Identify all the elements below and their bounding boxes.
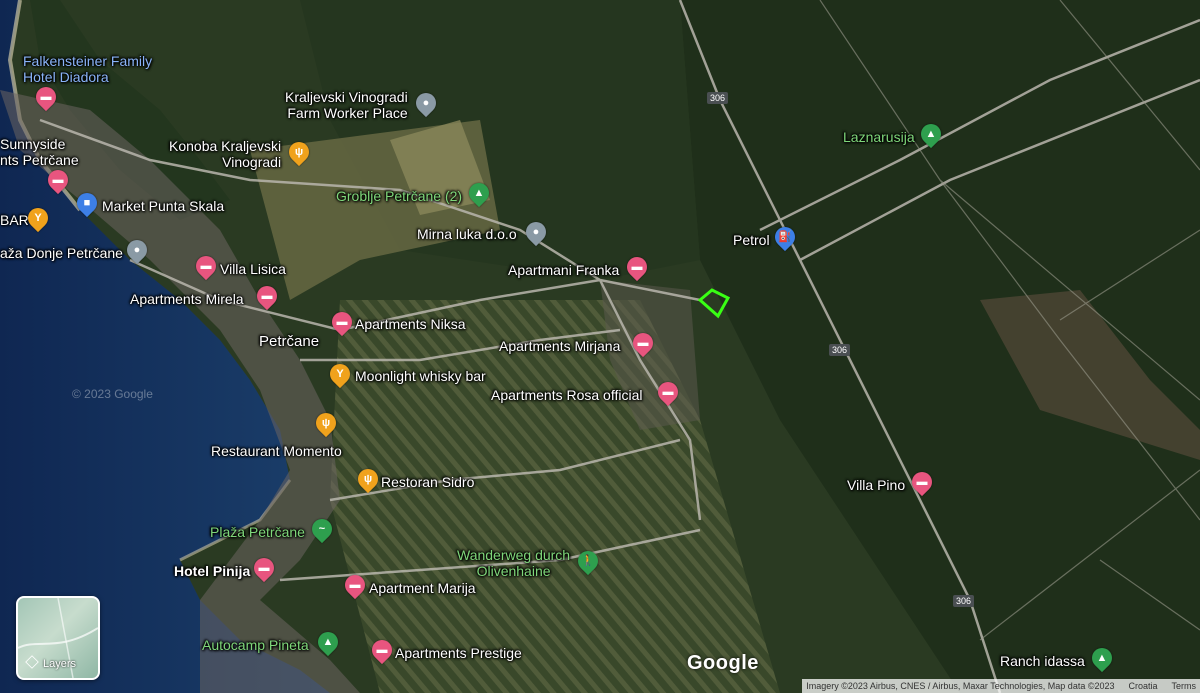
hotel-icon[interactable]: ▬ [249, 553, 279, 583]
hotel-icon[interactable]: ▬ [367, 635, 397, 665]
attribution-bar: Imagery ©2023 Airbus, CNES / Airbus, Max… [802, 679, 1200, 693]
route-badge-306: 306 [707, 92, 729, 104]
place-label[interactable]: aža Donje Petrčane [0, 245, 123, 261]
layers-label: Layers [43, 658, 77, 670]
place-label[interactable]: Restoran Sidro [381, 474, 474, 490]
google-logo: Google [687, 652, 759, 674]
place-label[interactable]: Petrol [733, 232, 770, 248]
hotel-icon[interactable]: ▬ [628, 328, 658, 358]
place-label[interactable]: Apartments Niksa [355, 316, 465, 332]
campground-icon[interactable]: ▲ [313, 627, 343, 657]
hotel-icon[interactable]: ▬ [622, 252, 652, 282]
park-icon[interactable]: ▲ [1087, 643, 1117, 673]
route-badge-306: 306 [953, 595, 975, 607]
imagery-attribution: Imagery ©2023 Airbus, CNES / Airbus, Max… [806, 681, 1115, 691]
bar-icon[interactable]: Y [325, 359, 355, 389]
place-icon[interactable]: ● [521, 217, 551, 247]
hiking-icon[interactable]: 🚶 [573, 546, 603, 576]
place-icon[interactable]: ● [122, 235, 152, 265]
hotel-icon[interactable]: ▬ [43, 165, 73, 195]
hotel-icon[interactable]: ▬ [340, 570, 370, 600]
hotel-icon[interactable]: ▬ [252, 281, 282, 311]
place-label[interactable]: Ranch idassa [1000, 653, 1085, 669]
place-label[interactable]: Mirna luka d.o.o [417, 226, 517, 242]
place-label[interactable]: BAR [0, 212, 29, 228]
layers-icon [25, 655, 39, 669]
shopping-icon[interactable]: ■ [72, 188, 102, 218]
hotel-icon[interactable]: ▬ [327, 307, 357, 337]
place-icon[interactable]: ● [411, 88, 441, 118]
layers-button[interactable]: Layers [16, 596, 100, 680]
watermark-text: © 2023 Google [72, 387, 153, 401]
place-label[interactable]: Apartmani Franka [508, 262, 619, 278]
place-label[interactable]: Apartments Mirjana [499, 338, 620, 354]
beach-icon[interactable]: ~ [307, 514, 337, 544]
place-label[interactable]: Petrčane [259, 334, 319, 350]
place-label[interactable]: Falkensteiner Family Hotel Diadora [23, 53, 173, 85]
park-icon[interactable]: ▲ [916, 119, 946, 149]
place-label[interactable]: Plaža Petrčane [210, 524, 305, 540]
restaurant-icon[interactable]: ψ [311, 408, 341, 438]
restaurant-icon[interactable]: ψ [284, 137, 314, 167]
bar-icon[interactable]: Y [23, 203, 53, 233]
hotel-icon[interactable]: ▬ [31, 82, 61, 112]
place-label[interactable]: Apartment Marija [369, 580, 476, 596]
park-icon[interactable]: ▲ [464, 178, 494, 208]
place-label[interactable]: Laznarusija [843, 129, 915, 145]
place-label[interactable]: Kraljevski Vinogradi Farm Worker Place [285, 89, 408, 121]
place-label[interactable]: Apartments Mirela [130, 291, 244, 307]
terms-link[interactable]: Terms [1172, 681, 1197, 691]
country-label[interactable]: Croatia [1128, 681, 1157, 691]
place-label[interactable]: Wanderweg durch Olivenhaine [457, 547, 570, 579]
route-badge-306: 306 [829, 344, 851, 356]
place-label[interactable]: Sunnyside nts Petrčane [0, 136, 79, 168]
gas-station-icon[interactable]: ⛽ [770, 222, 800, 252]
place-label[interactable]: Villa Lisica [220, 261, 286, 277]
place-label[interactable]: Market Punta Skala [102, 198, 224, 214]
layers-label-wrap: Layers [25, 655, 77, 670]
hotel-icon[interactable]: ▬ [653, 377, 683, 407]
place-label[interactable]: Konoba Kraljevski Vinogradi [169, 138, 281, 170]
place-label[interactable]: Autocamp Pineta [202, 637, 309, 653]
hotel-icon[interactable]: ▬ [191, 251, 221, 281]
place-label[interactable]: Villa Pino [847, 477, 905, 493]
place-label[interactable]: Groblje Petrčane (2) [336, 188, 462, 204]
place-label[interactable]: Moonlight whisky bar [355, 368, 486, 384]
place-label[interactable]: Restaurant Momento [211, 443, 342, 459]
place-label[interactable]: Apartments Rosa official [491, 387, 642, 403]
place-label[interactable]: Apartments Prestige [395, 645, 522, 661]
hotel-icon[interactable]: ▬ [907, 467, 937, 497]
restaurant-icon[interactable]: ψ [353, 464, 383, 494]
place-label[interactable]: Hotel Pinija [174, 563, 250, 579]
